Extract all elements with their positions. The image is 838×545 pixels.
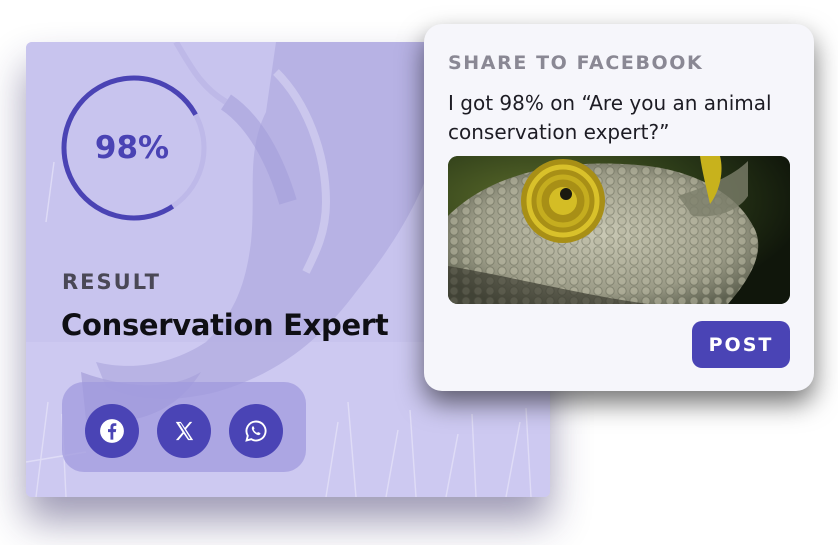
score-value: 98% (94, 130, 170, 166)
share-buttons-group (62, 382, 306, 472)
share-panel-heading: SHARE TO FACEBOOK (448, 52, 704, 74)
share-message: I got 98% on “Are you an animal conserva… (448, 91, 772, 144)
whatsapp-share-button[interactable] (229, 404, 283, 458)
chameleon-image (448, 156, 790, 304)
whatsapp-icon (245, 420, 267, 442)
facebook-share-button[interactable] (85, 404, 139, 458)
facebook-icon (100, 419, 124, 443)
post-button[interactable]: POST (692, 321, 790, 368)
chameleon-photo-icon (448, 156, 790, 304)
result-title: Conservation Expert (61, 308, 389, 342)
facebook-share-panel: SHARE TO FACEBOOK I got 98% on “Are you … (424, 24, 814, 391)
x-share-button[interactable] (157, 404, 211, 458)
result-label: RESULT (62, 270, 161, 294)
x-icon (175, 421, 194, 441)
